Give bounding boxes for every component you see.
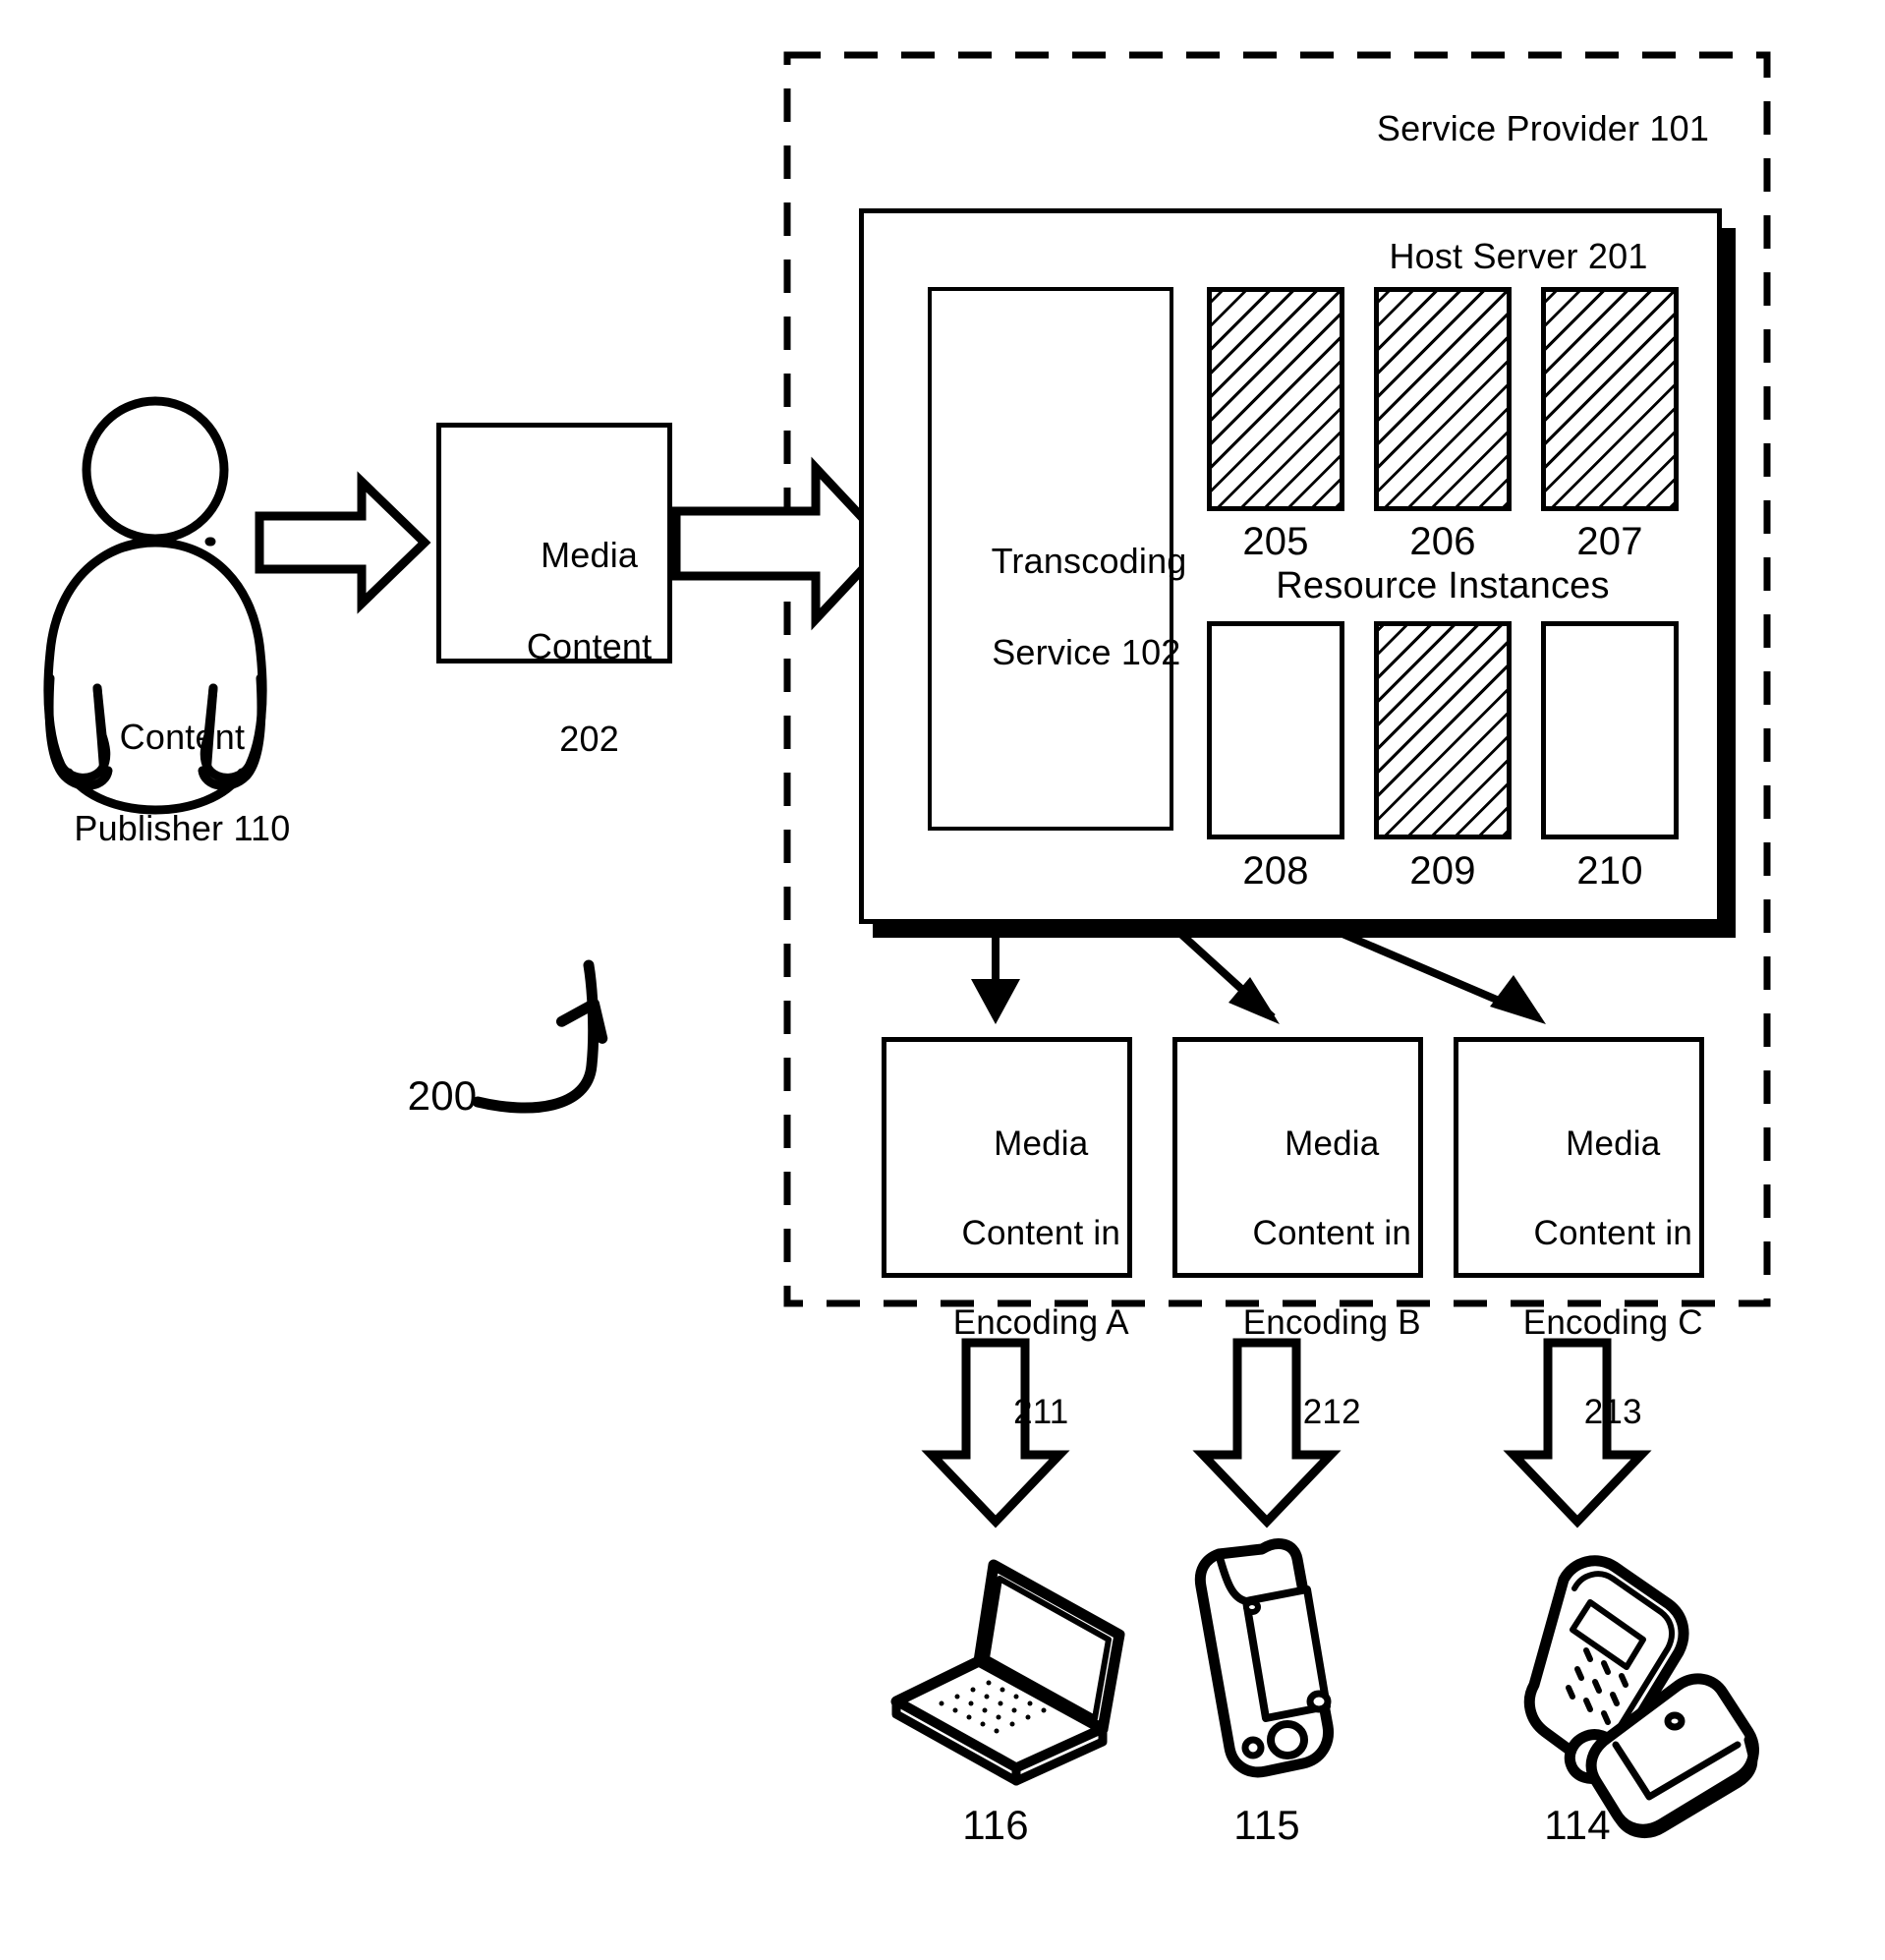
resource-instances-caption: Resource Instances	[1276, 565, 1610, 606]
patent-figure-200: Host Server 201 Service Provider 101 Tra…	[0, 0, 1885, 1960]
transcoding-service-box[interactable]: Transcoding Service 102	[928, 287, 1186, 831]
encoding-b-line2: Content in	[1252, 1213, 1412, 1252]
media-content-line3: 202	[559, 718, 619, 759]
pda-icon	[1194, 1538, 1335, 1778]
encoding-c-line3: Encoding C	[1522, 1302, 1703, 1342]
media-content-line1: Media	[541, 534, 639, 575]
output-encoding-b-label: Media Content in Encoding B 212	[1177, 1076, 1428, 1479]
encoding-b-line1: Media	[1285, 1124, 1380, 1163]
arrow-publisher-to-media	[255, 471, 431, 614]
resource-instance-206[interactable]	[1374, 287, 1512, 511]
resource-instance-207[interactable]	[1541, 287, 1679, 511]
host-server-depth-bottom	[873, 924, 1736, 938]
figure-reference-label: 200	[407, 1072, 478, 1119]
encoding-c-line2: Content in	[1533, 1213, 1693, 1252]
resource-instance-210-label: 210	[1576, 849, 1643, 893]
content-publisher-line2: Publisher 110	[74, 808, 291, 849]
resource-instance-209-label: 209	[1409, 849, 1476, 893]
host-server-label: Host Server 201	[1389, 236, 1648, 276]
output-encoding-b-box[interactable]: Media Content in Encoding B 212	[1172, 1037, 1423, 1431]
resource-instance-205-label: 205	[1242, 520, 1309, 563]
transcoding-service-line2: Service 102	[992, 632, 1181, 673]
output-encoding-a-box[interactable]: Media Content in Encoding A 211	[882, 1037, 1132, 1431]
encoding-b-line4: 212	[1302, 1392, 1361, 1431]
arrow-media-to-service	[671, 456, 893, 631]
transcoding-service-label: Transcoding Service 102	[932, 492, 1187, 722]
encoding-a-line1: Media	[994, 1124, 1089, 1163]
service-provider-label: Service Provider 101	[1376, 108, 1710, 148]
host-server-depth-right	[1722, 228, 1736, 938]
laptop-icon	[890, 1559, 1125, 1786]
device-laptop-label: 116	[962, 1802, 1029, 1848]
device-pda-label: 115	[1233, 1802, 1300, 1848]
resource-instance-205[interactable]	[1207, 287, 1344, 511]
media-content-input-label: Media Content 202	[441, 487, 677, 809]
encoding-c-line1: Media	[1566, 1124, 1661, 1163]
resource-instance-208[interactable]	[1207, 621, 1344, 839]
encoding-a-line2: Content in	[961, 1213, 1121, 1252]
resource-instance-210[interactable]	[1541, 621, 1679, 839]
flip-phone-icon	[1523, 1555, 1759, 1839]
media-content-input-box[interactable]: Media Content 202	[436, 423, 672, 759]
encoding-a-line3: Encoding A	[952, 1302, 1129, 1342]
resource-instance-206-label: 206	[1409, 520, 1476, 563]
encoding-c-line4: 213	[1583, 1392, 1642, 1431]
device-phone-label: 114	[1544, 1802, 1611, 1848]
figure-reference-arrowhead	[555, 998, 608, 1044]
content-publisher-line1: Content	[119, 716, 246, 757]
resource-instance-207-label: 207	[1576, 520, 1643, 563]
resource-instance-209[interactable]	[1374, 621, 1512, 839]
transcoding-service-line1: Transcoding	[991, 540, 1187, 581]
resource-instance-208-label: 208	[1242, 849, 1309, 893]
content-publisher-label: Content Publisher 110	[20, 668, 305, 898]
encoding-a-line4: 211	[1013, 1392, 1069, 1431]
output-encoding-c-label: Media Content in Encoding C 213	[1458, 1076, 1709, 1479]
encoding-b-line3: Encoding B	[1242, 1302, 1421, 1342]
media-content-line2: Content	[526, 626, 653, 667]
output-encoding-a-label: Media Content in Encoding A 211	[886, 1076, 1137, 1479]
output-encoding-c-box[interactable]: Media Content in Encoding C 213	[1454, 1037, 1704, 1431]
